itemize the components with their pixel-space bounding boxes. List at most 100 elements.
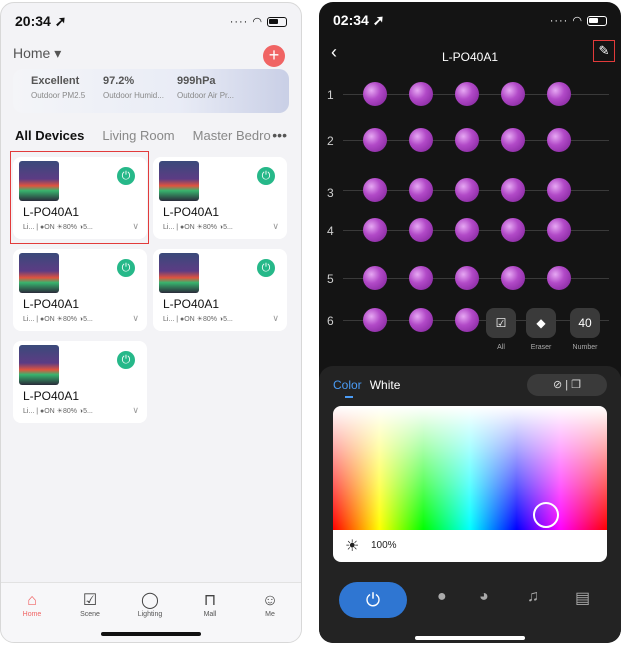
device-card[interactable]: ⏻ L-PO40A1 Li... | ●ON ☀80% ◑5... ∨	[13, 249, 147, 331]
power-icon[interactable]: ⏻	[117, 259, 135, 277]
chevron-down-icon[interactable]: ∨	[132, 313, 139, 324]
chevron-down-icon[interactable]: ∨	[272, 313, 279, 324]
room-tabs: All Devices Living Room Master Bedro •••	[15, 127, 293, 147]
home-selector[interactable]: Home ▾	[13, 45, 61, 62]
led-dot[interactable]	[409, 266, 433, 290]
device-info: Li... | ●ON ☀80% ◑5...	[163, 224, 233, 231]
chevron-down-icon[interactable]: ∨	[132, 405, 139, 416]
led-dot[interactable]	[501, 178, 525, 202]
color-picker[interactable]	[333, 406, 607, 530]
nav-lighting[interactable]: ◯ Lighting	[125, 591, 175, 618]
led-dot[interactable]	[547, 218, 571, 242]
scene-icon: ☑	[82, 592, 98, 609]
weather-humidity-value: 97.2%	[103, 75, 135, 87]
eraser-icon: ◆	[526, 308, 556, 338]
led-dot[interactable]	[363, 128, 387, 152]
device-screen: 02:34 ➚ ···· ◠ ‹ L-PO40A1 ✎ 1 2 3 4 5 6 …	[319, 2, 621, 643]
signal-icon: ···· ◠	[550, 14, 607, 27]
brightness-bar[interactable]: ☀ 100%	[333, 530, 607, 562]
music-icon[interactable]: ♫	[527, 588, 539, 606]
bottom-nav: ⌂ Home ☑ Scene ◯ Lighting ⊓ Mall ☺ Me	[1, 582, 301, 642]
led-dot[interactable]	[363, 82, 387, 106]
tab-all-devices[interactable]: All Devices	[15, 128, 84, 143]
row-number: 1	[327, 88, 334, 102]
tab-color[interactable]: Color	[333, 378, 362, 392]
led-dot[interactable]	[455, 266, 479, 290]
led-dot[interactable]	[363, 218, 387, 242]
tab-living-room[interactable]: Living Room	[102, 128, 174, 143]
palette-icon[interactable]: ◕	[479, 588, 489, 606]
picker-mode-icon[interactable]: ⊘	[553, 379, 562, 391]
led-dot[interactable]	[409, 178, 433, 202]
led-dot[interactable]	[501, 218, 525, 242]
battery-icon	[267, 17, 287, 28]
led-dot[interactable]	[501, 266, 525, 290]
tab-underline	[345, 396, 353, 398]
led-dot[interactable]	[455, 308, 479, 332]
weather-humidity: 97.2% Outdoor Humid...	[103, 75, 164, 100]
bulb-icon[interactable]: ●	[437, 588, 447, 606]
power-icon[interactable]: ⏻	[117, 351, 135, 369]
tool-all[interactable]: ☑ All	[483, 308, 519, 351]
device-info: Li... | ●ON ☀80% ◑5...	[23, 408, 93, 415]
led-dot[interactable]	[363, 266, 387, 290]
device-card[interactable]: ⏻ L-PO40A1 Li... | ●ON ☀80% ◑5... ∨	[13, 341, 147, 423]
led-dot[interactable]	[409, 308, 433, 332]
nav-me[interactable]: ☺ Me	[245, 591, 295, 618]
signal-icon: ···· ◠	[230, 15, 287, 28]
tab-white[interactable]: White	[370, 378, 401, 392]
more-tabs-icon[interactable]: •••	[272, 127, 287, 143]
led-dot[interactable]	[409, 82, 433, 106]
device-card[interactable]: ⏻ L-PO40A1 Li... | ●ON ☀80% ◑5... ∨	[153, 157, 287, 239]
nav-mall[interactable]: ⊓ Mall	[185, 591, 235, 618]
add-device-button[interactable]: +	[263, 45, 285, 67]
device-name: L-PO40A1	[23, 389, 80, 403]
tool-eraser-label: Eraser	[530, 344, 552, 351]
nav-lighting-label: Lighting	[137, 611, 163, 618]
edit-icon[interactable]: ✎	[593, 40, 615, 62]
row-number: 5	[327, 272, 334, 286]
row-number: 4	[327, 224, 334, 238]
nav-scene[interactable]: ☑ Scene	[65, 591, 115, 618]
power-icon[interactable]: ⏻	[257, 167, 275, 185]
tab-master-bedroom[interactable]: Master Bedro	[193, 128, 271, 143]
weather-pressure-label: Outdoor Air Pr...	[177, 91, 234, 100]
battery-icon	[587, 16, 607, 27]
led-dot[interactable]	[409, 218, 433, 242]
nav-home-label: Home	[22, 611, 42, 618]
schedule-icon[interactable]: ▤	[575, 588, 590, 608]
led-dot[interactable]	[547, 82, 571, 106]
bag-icon: ⊓	[203, 592, 217, 609]
device-name: L-PO40A1	[163, 297, 220, 311]
power-button[interactable]: ⏻	[339, 582, 407, 618]
weather-humidity-label: Outdoor Humid...	[103, 91, 164, 100]
copy-icon[interactable]: ❐	[571, 379, 581, 391]
led-dot[interactable]	[363, 308, 387, 332]
mode-toggle[interactable]: ⊘ | ❐	[527, 374, 607, 396]
led-dot[interactable]	[363, 178, 387, 202]
color-panel: Color White ⊘ | ❐ ☀ 100% ⏻ ● ◕ ♫ ▤	[319, 366, 621, 643]
home-indicator	[415, 636, 525, 640]
device-name: L-PO40A1	[163, 205, 220, 219]
power-icon[interactable]: ⏻	[257, 259, 275, 277]
device-info: Li... | ●ON ☀80% ◑5...	[163, 316, 233, 323]
led-dot[interactable]	[501, 82, 525, 106]
home-icon: ⌂	[27, 592, 37, 609]
tool-number[interactable]: 40 Number	[567, 308, 603, 351]
led-dot[interactable]	[547, 266, 571, 290]
led-dot[interactable]	[409, 128, 433, 152]
led-dot[interactable]	[455, 82, 479, 106]
led-dot[interactable]	[455, 178, 479, 202]
nav-home[interactable]: ⌂ Home	[7, 591, 57, 618]
weather-card[interactable]: Excellent Outdoor PM2.5 97.2% Outdoor Hu…	[13, 69, 289, 113]
led-dot[interactable]	[547, 128, 571, 152]
led-dot[interactable]	[455, 218, 479, 242]
picker-handle[interactable]	[533, 502, 559, 528]
led-dot[interactable]	[455, 128, 479, 152]
chevron-down-icon[interactable]: ∨	[272, 221, 279, 232]
led-dot[interactable]	[501, 128, 525, 152]
device-thumbnail	[159, 253, 199, 293]
tool-eraser[interactable]: ◆ Eraser	[523, 308, 559, 351]
led-dot[interactable]	[547, 178, 571, 202]
device-card[interactable]: ⏻ L-PO40A1 Li... | ●ON ☀80% ◑5... ∨	[153, 249, 287, 331]
